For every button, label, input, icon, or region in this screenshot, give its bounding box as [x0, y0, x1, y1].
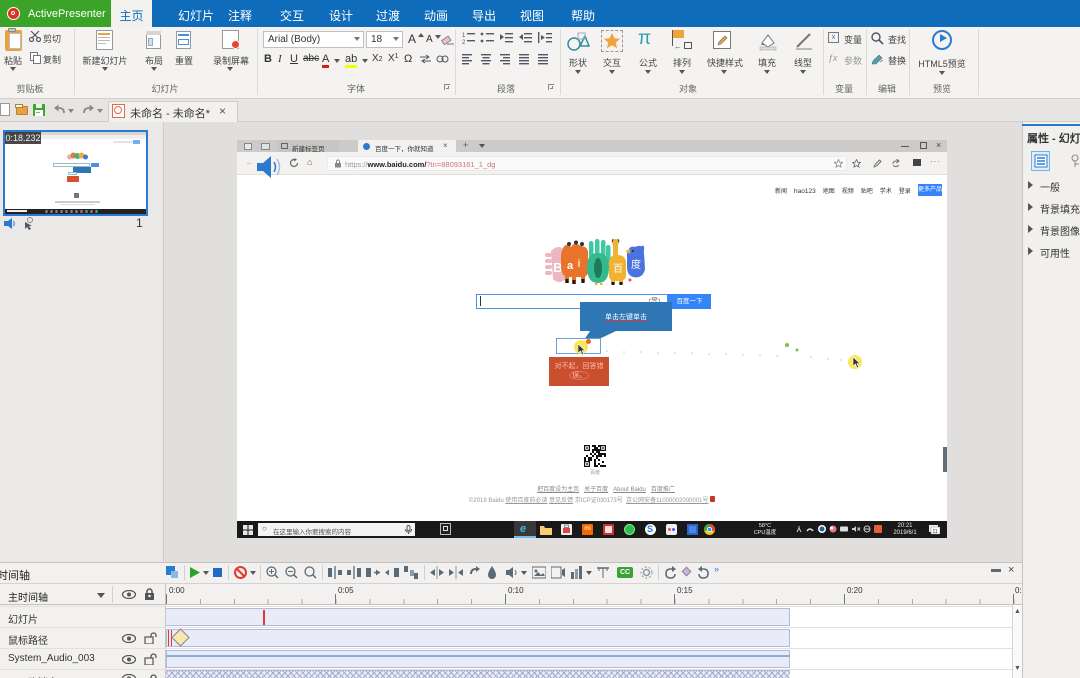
- svg-text:百: 百: [613, 263, 623, 275]
- svg-text:i: i: [577, 258, 580, 270]
- svg-text:2: 2: [462, 40, 466, 45]
- svg-text:a: a: [567, 260, 574, 272]
- svg-text:1: 1: [462, 33, 466, 39]
- svg-text:11: 11: [933, 529, 938, 535]
- svg-text:度: 度: [631, 258, 641, 271]
